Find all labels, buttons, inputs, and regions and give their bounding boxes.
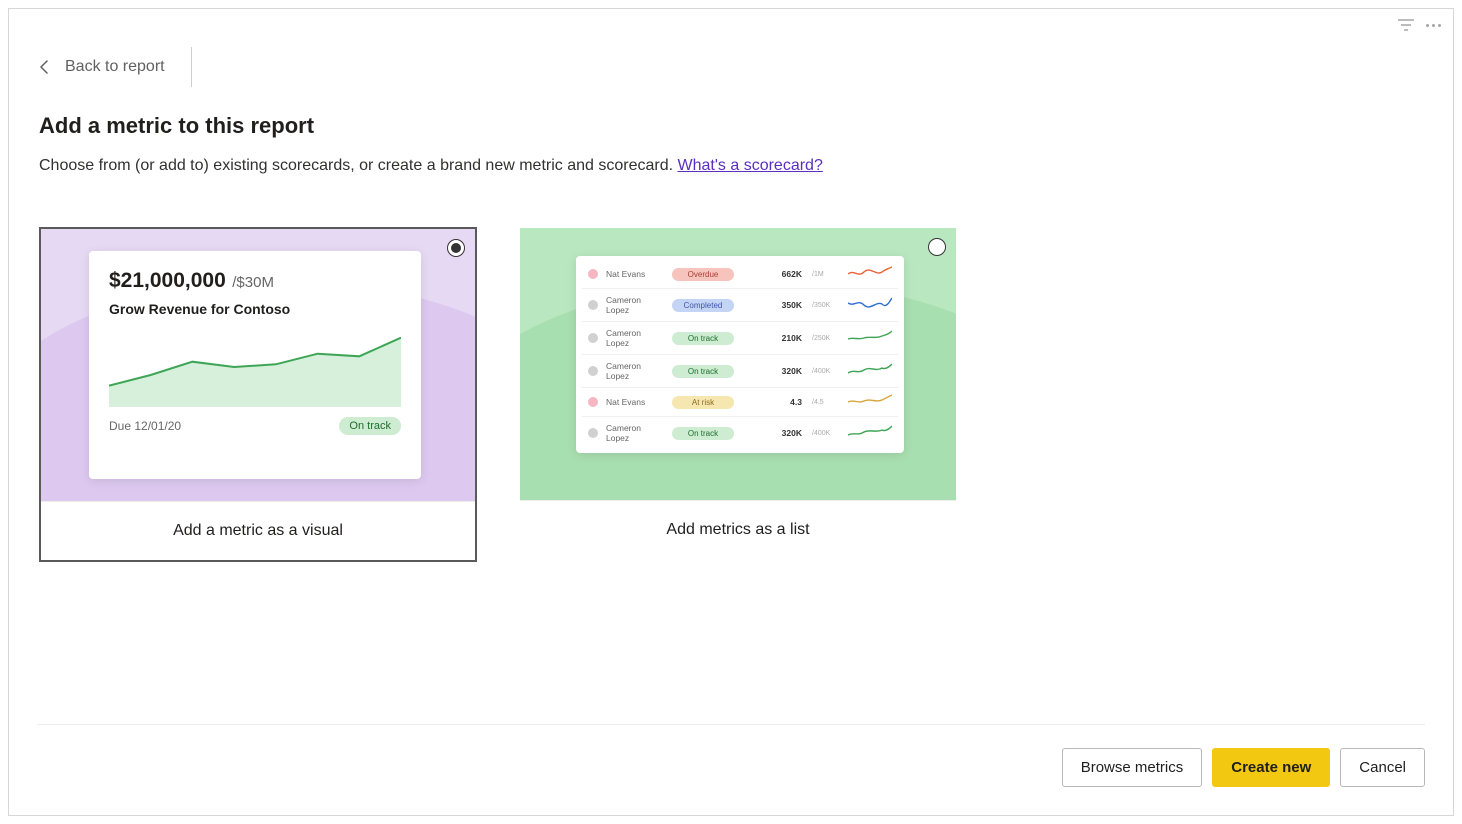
metric-target: /1M — [812, 271, 834, 278]
scorecard-help-link[interactable]: What's a scorecard? — [678, 157, 823, 174]
metric-target: /4.5 — [812, 399, 834, 406]
metric-target: /400K — [812, 368, 834, 375]
status-badge: On track — [672, 427, 734, 440]
avatar — [588, 269, 598, 279]
preview-visual: $21,000,000 /$30M Grow Revenue for Conto… — [41, 229, 475, 501]
list-card: Nat Evans Overdue 662K/1M Cameron Lopez Comp… — [576, 256, 904, 453]
sparkline — [848, 297, 892, 313]
status-badge: Completed — [672, 299, 734, 312]
page-title: Add a metric to this report — [39, 113, 314, 139]
metric-value: $21,000,000 — [109, 269, 226, 292]
avatar — [588, 300, 598, 310]
avatar — [588, 333, 598, 343]
status-badge: On track — [339, 417, 401, 435]
sparkline — [848, 425, 892, 441]
option-list-caption: Add metrics as a list — [520, 500, 956, 559]
option-add-as-list[interactable]: Nat Evans Overdue 662K/1M Cameron Lopez Comp… — [519, 227, 957, 562]
status-badge: On track — [672, 332, 734, 345]
metric-target: /250K — [812, 335, 834, 342]
page-subtitle: Choose from (or add to) existing scoreca… — [39, 157, 823, 175]
metric-target: /$30M — [232, 274, 274, 291]
footer-divider — [37, 724, 1425, 725]
metric-value: 320K — [760, 366, 802, 376]
chevron-left-icon — [39, 60, 49, 74]
owner-name: Nat Evans — [606, 269, 664, 279]
list-item: Nat Evans Overdue 662K/1M — [582, 260, 898, 289]
status-badge: Overdue — [672, 268, 734, 281]
metric-target: /350K — [812, 302, 834, 309]
list-item: Cameron Lopez Completed 350K/350K — [582, 289, 898, 322]
status-badge: At risk — [672, 396, 734, 409]
separator — [191, 47, 192, 87]
sparkline — [848, 330, 892, 346]
metric-due: Due 12/01/20 — [109, 419, 181, 433]
metric-value: 350K — [760, 300, 802, 310]
back-to-report-link[interactable]: Back to report — [39, 58, 165, 76]
radio-list[interactable] — [928, 238, 946, 256]
metric-title: Grow Revenue for Contoso — [109, 301, 401, 317]
option-add-as-visual[interactable]: $21,000,000 /$30M Grow Revenue for Conto… — [39, 227, 477, 562]
metric-value: 320K — [760, 428, 802, 438]
list-item: Nat Evans At risk 4.3/4.5 — [582, 388, 898, 417]
radio-visual[interactable] — [447, 239, 465, 257]
owner-name: Cameron Lopez — [606, 328, 664, 348]
back-label: Back to report — [65, 58, 165, 76]
avatar — [588, 366, 598, 376]
create-new-button[interactable]: Create new — [1212, 748, 1330, 787]
metric-target: /400K — [812, 430, 834, 437]
toolbar-icons — [1398, 19, 1441, 31]
sparkline — [848, 266, 892, 282]
owner-name: Nat Evans — [606, 397, 664, 407]
dialog-panel: Back to report Add a metric to this repo… — [8, 8, 1454, 816]
status-badge: On track — [672, 365, 734, 378]
filter-icon[interactable] — [1398, 19, 1414, 31]
metric-trend-chart — [109, 327, 401, 407]
browse-metrics-button[interactable]: Browse metrics — [1062, 748, 1203, 787]
preview-list: Nat Evans Overdue 662K/1M Cameron Lopez Comp… — [520, 228, 956, 500]
metric-value: 662K — [760, 269, 802, 279]
subtitle-text: Choose from (or add to) existing scoreca… — [39, 157, 678, 174]
more-icon[interactable] — [1426, 24, 1441, 27]
list-item: Cameron Lopez On track 320K/400K — [582, 417, 898, 449]
avatar — [588, 397, 598, 407]
sparkline — [848, 394, 892, 410]
option-visual-caption: Add a metric as a visual — [41, 501, 475, 560]
metric-value: 4.3 — [760, 397, 802, 407]
owner-name: Cameron Lopez — [606, 423, 664, 443]
metric-value: 210K — [760, 333, 802, 343]
list-item: Cameron Lopez On track 320K/400K — [582, 355, 898, 388]
owner-name: Cameron Lopez — [606, 361, 664, 381]
list-item: Cameron Lopez On track 210K/250K — [582, 322, 898, 355]
visual-card: $21,000,000 /$30M Grow Revenue for Conto… — [89, 251, 421, 479]
avatar — [588, 428, 598, 438]
sparkline — [848, 363, 892, 379]
owner-name: Cameron Lopez — [606, 295, 664, 315]
cancel-button[interactable]: Cancel — [1340, 748, 1425, 787]
